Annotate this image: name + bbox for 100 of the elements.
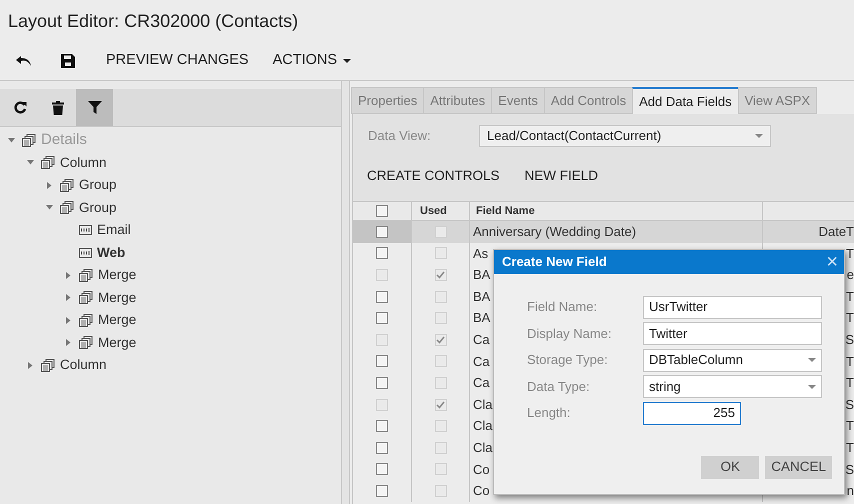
used-checkbox[interactable]	[434, 268, 446, 281]
tree-item[interactable]: Column	[60, 355, 107, 376]
check-icon	[436, 336, 445, 344]
row-checkbox[interactable]	[376, 268, 388, 281]
row-checkbox[interactable]	[376, 226, 388, 238]
field-label: Storage Type:	[527, 351, 609, 370]
field-label: Data Type:	[527, 378, 591, 396]
actions-menu-button[interactable]: ACTIONS	[272, 50, 352, 72]
dialog-button[interactable]: OK	[701, 456, 760, 479]
text-field-icon	[79, 225, 92, 236]
row-checkbox[interactable]	[376, 442, 388, 454]
used-checkbox[interactable]	[434, 420, 446, 432]
close-button[interactable]: ×	[826, 252, 838, 272]
dropdown-arrow-icon	[755, 134, 763, 138]
row-checkbox[interactable]	[376, 420, 388, 432]
dropdown-field[interactable]: string	[643, 375, 822, 398]
undo-icon	[16, 55, 32, 67]
stacked-windows-icon	[41, 358, 55, 372]
expand-arrow-icon[interactable]	[66, 272, 70, 279]
toolbar-button[interactable]: CREATE CONTROLS	[367, 166, 500, 186]
row-checkbox[interactable]	[376, 398, 388, 411]
column-header: Used	[412, 202, 470, 220]
collapse-arrow-icon[interactable]	[8, 138, 14, 143]
row-checkbox[interactable]	[376, 312, 388, 324]
tree-item[interactable]: Merge	[98, 265, 136, 286]
filter-icon	[88, 101, 102, 114]
tree-item[interactable]: Web	[97, 242, 126, 263]
window-title: Layout Editor: CR302000 (Contacts)	[7, 10, 300, 33]
input-field[interactable]: 255	[643, 402, 741, 424]
tree-item[interactable]: Merge	[98, 288, 136, 308]
caret-icon	[343, 59, 352, 63]
row-checkbox[interactable]	[376, 334, 388, 346]
used-checkbox[interactable]	[434, 226, 446, 238]
tree-item[interactable]: Column	[60, 152, 107, 173]
dropdown-arrow-icon	[808, 384, 816, 388]
input-field[interactable]: Twitter	[643, 322, 822, 345]
expand-arrow-icon[interactable]	[66, 294, 70, 302]
stacked-windows-icon	[79, 336, 93, 350]
table-cell-text: T	[846, 374, 854, 392]
used-checkbox[interactable]	[434, 312, 446, 324]
select-all-checkbox[interactable]	[376, 205, 388, 217]
stacked-windows-icon	[60, 178, 74, 192]
table-cell-text: T	[846, 288, 854, 306]
stacked-windows-icon	[22, 134, 36, 147]
column-header: Field Name	[470, 202, 763, 220]
stacked-windows-icon	[79, 314, 93, 327]
used-checkbox[interactable]	[434, 334, 446, 346]
tree-item[interactable]: Email	[97, 220, 131, 240]
collapse-arrow-icon[interactable]	[46, 205, 52, 210]
collapse-arrow-icon[interactable]	[26, 160, 34, 166]
row-checkbox[interactable]	[376, 355, 388, 368]
table-cell: Anniversary (Wedding Date)	[470, 221, 763, 243]
refresh-icon	[14, 101, 27, 114]
filter-button[interactable]	[76, 89, 113, 126]
expand-arrow-icon[interactable]	[46, 182, 52, 189]
table-cell-text: n	[846, 482, 854, 500]
used-checkbox[interactable]	[434, 355, 446, 368]
toolbar-button[interactable]: NEW FIELD	[524, 166, 598, 186]
data-view-dropdown[interactable]: Lead/Contact(ContactCurrent)	[479, 125, 771, 147]
used-checkbox[interactable]	[434, 290, 446, 303]
table-cell-text: T	[846, 309, 854, 328]
row-checkbox[interactable]	[376, 463, 388, 476]
save-icon	[61, 54, 75, 68]
check-icon	[436, 270, 445, 279]
table-cell-text: DateT	[818, 223, 854, 242]
input-field[interactable]: UsrTwitter	[643, 296, 822, 318]
used-checkbox[interactable]	[434, 442, 446, 454]
used-checkbox[interactable]	[434, 247, 446, 260]
preview-changes-button[interactable]: PREVIEW CHANGES	[106, 50, 249, 72]
row-checkbox[interactable]	[376, 290, 388, 303]
table-cell-text: T	[846, 438, 854, 457]
used-checkbox[interactable]	[434, 376, 446, 389]
used-checkbox[interactable]	[434, 398, 446, 411]
text-field-icon	[79, 248, 92, 258]
row-checkbox[interactable]	[376, 247, 388, 260]
table-cell-text: T	[846, 352, 854, 371]
expand-arrow-icon[interactable]	[66, 339, 70, 346]
stacked-windows-icon	[79, 291, 93, 304]
table-cell-text: S	[845, 460, 854, 479]
tree-item[interactable]: Merge	[98, 332, 136, 353]
tree-item[interactable]: Merge	[98, 310, 136, 330]
stacked-windows-icon	[79, 268, 93, 282]
used-checkbox[interactable]	[434, 463, 446, 476]
dropdown-field[interactable]: DBTableColumn	[643, 348, 822, 372]
check-icon	[436, 400, 445, 409]
tree-item[interactable]: Group	[79, 198, 117, 218]
row-checkbox[interactable]	[376, 376, 388, 389]
dialog-button[interactable]: CANCEL	[765, 456, 832, 479]
expand-arrow-icon[interactable]	[28, 362, 32, 369]
stacked-windows-icon	[41, 156, 55, 170]
expand-arrow-icon[interactable]	[66, 316, 70, 324]
table-cell-text: S	[845, 396, 854, 414]
table-cell-text: T	[846, 417, 854, 436]
used-checkbox[interactable]	[434, 484, 446, 497]
table-cell-text: T	[846, 244, 854, 263]
row-checkbox[interactable]	[376, 484, 388, 497]
table-cell-text: e	[846, 266, 854, 284]
tree-item[interactable]: Group	[79, 175, 117, 196]
table-cell-text: S	[845, 331, 854, 350]
trash-icon	[52, 100, 64, 114]
